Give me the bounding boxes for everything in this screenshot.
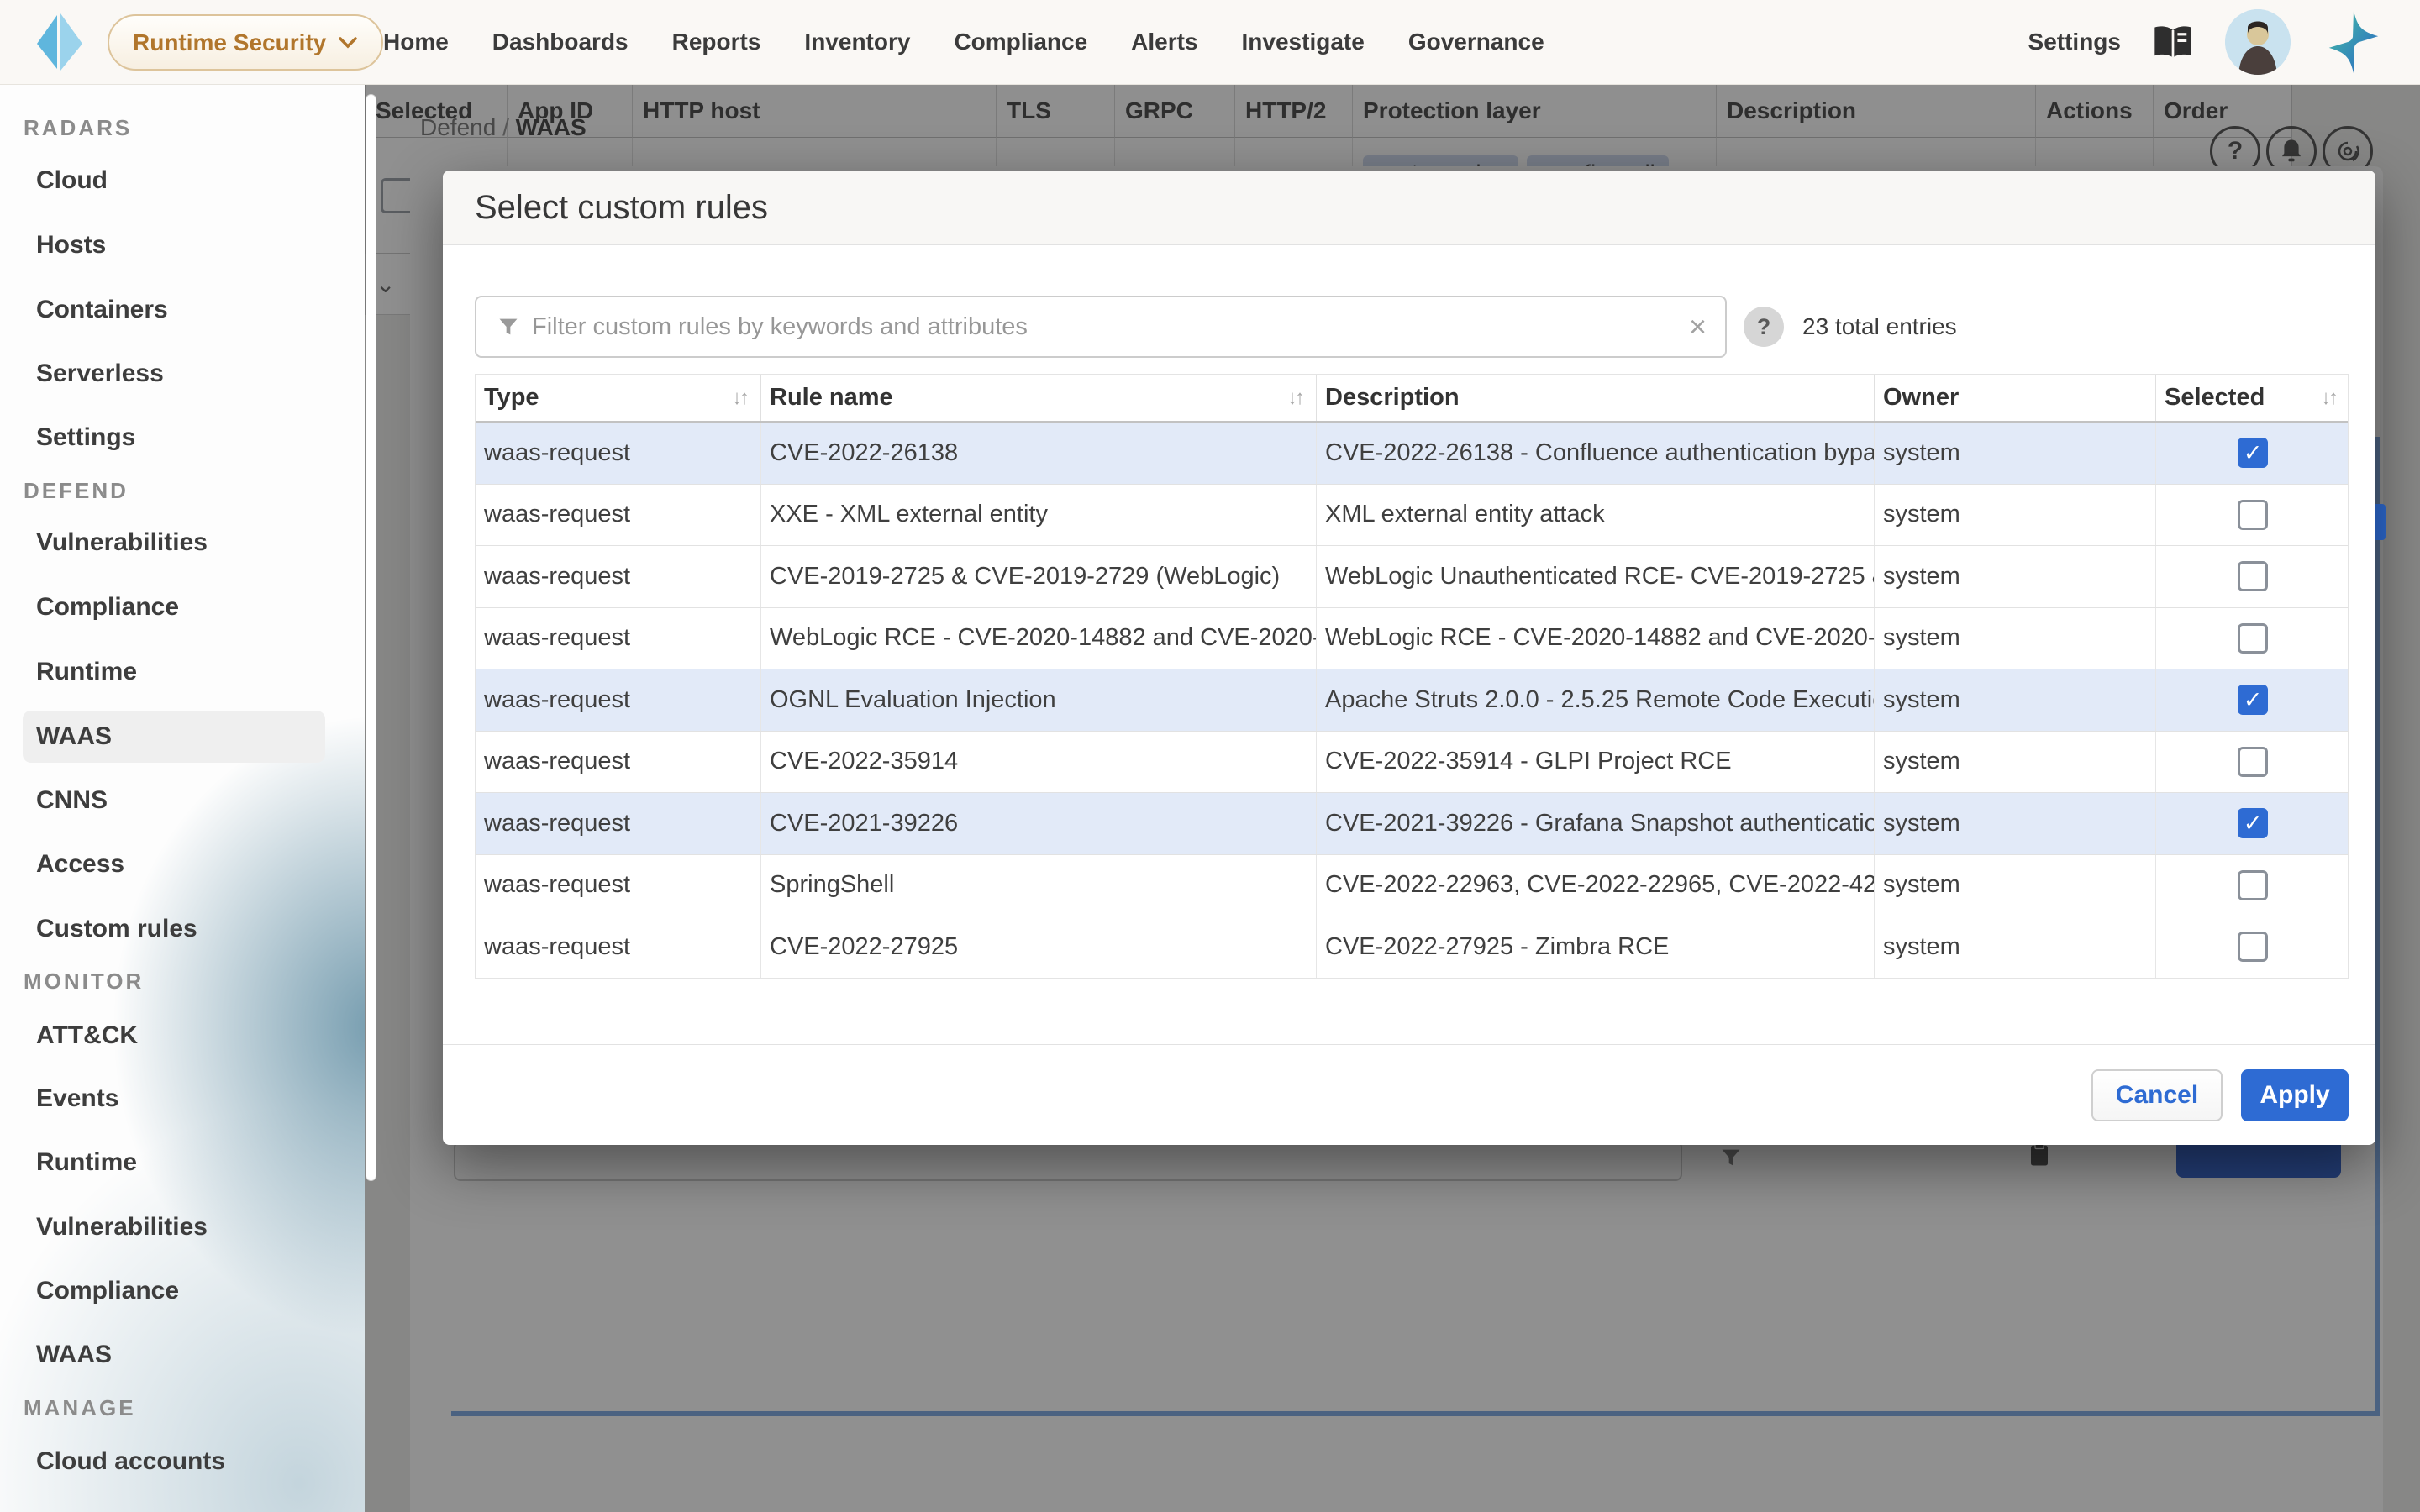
sidebar-item-compliance-monitor[interactable]: Compliance xyxy=(36,1273,179,1310)
sidebar-header-monitor: MONITOR xyxy=(24,963,144,1000)
sidebar-item-settings[interactable]: Settings xyxy=(36,419,135,456)
modal-title: Select custom rules xyxy=(475,171,768,244)
top-navigation-bar: Runtime Security Home Dashboards Reports… xyxy=(0,0,2420,85)
sidebar-scrollbar-thumb[interactable] xyxy=(366,94,376,1181)
sidebar-item-serverless[interactable]: Serverless xyxy=(36,355,164,392)
sidebar-item-vulnerabilities-monitor[interactable]: Vulnerabilities xyxy=(36,1209,208,1246)
clear-filter-icon[interactable]: × xyxy=(1689,309,1707,344)
rules-row[interactable]: waas-requestOGNL Evaluation Injection Ap… xyxy=(476,669,2348,732)
sidebar-item-compliance[interactable]: Compliance xyxy=(36,589,179,626)
sidebar-item-waas[interactable]: WAAS xyxy=(36,718,112,755)
sidebar-header-radars: RADARS xyxy=(24,109,132,146)
sort-icon[interactable]: ↓↑ xyxy=(732,386,747,410)
sidebar-item-runtime-monitor[interactable]: Runtime xyxy=(36,1144,137,1181)
sidebar-header-manage: MANAGE xyxy=(24,1389,136,1426)
sidebar-item-cloud[interactable]: Cloud xyxy=(36,162,108,199)
apply-button[interactable]: Apply xyxy=(2241,1069,2349,1121)
row-checkbox[interactable] xyxy=(2238,870,2268,900)
cancel-button[interactable]: Cancel xyxy=(2091,1069,2223,1121)
sidebar-header-defend: DEFEND xyxy=(24,472,129,509)
nav-item-governance[interactable]: Governance xyxy=(1386,29,1566,55)
docs-book-icon[interactable] xyxy=(2151,23,2195,61)
sidebar-item-custom-rules[interactable]: Custom rules xyxy=(36,911,197,948)
rules-row[interactable]: waas-requestCVE-2022-27925 CVE-2022-2792… xyxy=(476,916,2348,979)
nav-item-settings[interactable]: Settings xyxy=(2028,29,2121,55)
row-checkbox[interactable] xyxy=(2238,438,2268,468)
nav-item-compliance[interactable]: Compliance xyxy=(932,29,1109,55)
sidebar-item-attack[interactable]: ATT&CK xyxy=(36,1017,138,1054)
nav-item-investigate[interactable]: Investigate xyxy=(1220,29,1386,55)
sidebar-item-events[interactable]: Events xyxy=(36,1080,118,1117)
col-type[interactable]: Type↓↑ xyxy=(476,375,761,421)
sidebar-item-cnns[interactable]: CNNS xyxy=(36,782,108,819)
primary-nav: Home Dashboards Reports Inventory Compli… xyxy=(361,0,1566,84)
background-blue-button-edge xyxy=(2375,504,2386,540)
prisma-cloud-logo-icon[interactable] xyxy=(2321,9,2386,75)
rules-row[interactable]: waas-requestCVE-2021-39226 CVE-2021-3922… xyxy=(476,793,2348,855)
row-checkbox[interactable] xyxy=(2238,932,2268,962)
rules-row[interactable]: waas-requestCVE-2022-35914 CVE-2022-3591… xyxy=(476,732,2348,794)
row-checkbox[interactable] xyxy=(2238,685,2268,715)
col-selected[interactable]: Selected↓↑ xyxy=(2156,375,2349,421)
row-checkbox[interactable] xyxy=(2238,623,2268,654)
sidebar-item-containers[interactable]: Containers xyxy=(36,291,168,328)
row-checkbox[interactable] xyxy=(2238,561,2268,591)
module-switcher-label: Runtime Security xyxy=(133,29,326,56)
app-logo-icon[interactable] xyxy=(32,12,86,72)
rules-row[interactable]: waas-requestXXE - XML external entity XM… xyxy=(476,485,2348,547)
sidebar-item-runtime[interactable]: Runtime xyxy=(36,654,137,690)
custom-rules-table: Type↓↑ Rule name↓↑ Description Owner Sel… xyxy=(475,374,2349,979)
sidebar-item-waas-monitor[interactable]: WAAS xyxy=(36,1336,112,1373)
funnel-icon xyxy=(497,315,520,339)
rules-table-header: Type↓↑ Rule name↓↑ Description Owner Sel… xyxy=(476,375,2348,423)
nav-item-reports[interactable]: Reports xyxy=(650,29,783,55)
nav-item-dashboards[interactable]: Dashboards xyxy=(471,29,650,55)
total-entries-label: 23 total entries xyxy=(1802,307,1957,347)
select-custom-rules-modal: Select custom rules Filter custom rules … xyxy=(443,171,2375,1145)
sidebar-item-hosts[interactable]: Hosts xyxy=(36,227,106,264)
rules-row[interactable]: waas-requestCVE-2019-2725 & CVE-2019-272… xyxy=(476,546,2348,608)
help-circle-icon[interactable]: ? xyxy=(1744,307,1784,347)
row-checkbox[interactable] xyxy=(2238,747,2268,777)
rules-row[interactable]: waas-requestCVE-2022-26138 CVE-2022-2613… xyxy=(476,423,2348,485)
sidebar-item-vulnerabilities[interactable]: Vulnerabilities xyxy=(36,524,208,561)
sidebar-item-cloud-accounts[interactable]: Cloud accounts xyxy=(36,1443,225,1480)
rules-row[interactable]: waas-requestWebLogic RCE - CVE-2020-1488… xyxy=(476,608,2348,670)
modal-footer-divider xyxy=(443,1044,2375,1045)
col-owner[interactable]: Owner xyxy=(1875,375,2156,421)
nav-item-alerts[interactable]: Alerts xyxy=(1109,29,1219,55)
sidebar: RADARS Cloud Hosts Containers Serverless… xyxy=(0,84,365,1512)
nav-item-home[interactable]: Home xyxy=(361,29,471,55)
nav-right-cluster: Settings xyxy=(2028,0,2386,84)
row-checkbox[interactable] xyxy=(2238,500,2268,530)
filter-placeholder: Filter custom rules by keywords and attr… xyxy=(532,313,1689,341)
sort-icon[interactable]: ↓↑ xyxy=(1287,386,1302,410)
col-description[interactable]: Description xyxy=(1317,375,1875,421)
row-checkbox[interactable] xyxy=(2238,808,2268,838)
col-rule-name[interactable]: Rule name↓↑ xyxy=(761,375,1317,421)
rules-row[interactable]: waas-requestSpringShell CVE-2022-22963, … xyxy=(476,855,2348,917)
filter-input[interactable]: Filter custom rules by keywords and attr… xyxy=(475,296,1727,358)
chevron-down-icon xyxy=(338,36,358,50)
sidebar-item-access[interactable]: Access xyxy=(36,846,124,883)
module-switcher[interactable]: Runtime Security xyxy=(108,14,383,71)
sort-icon[interactable]: ↓↑ xyxy=(2321,386,2336,410)
app-root: Defend / WAAS ? Selected App ID xyxy=(0,0,2420,1512)
user-avatar[interactable] xyxy=(2225,9,2291,75)
nav-item-inventory[interactable]: Inventory xyxy=(782,29,932,55)
